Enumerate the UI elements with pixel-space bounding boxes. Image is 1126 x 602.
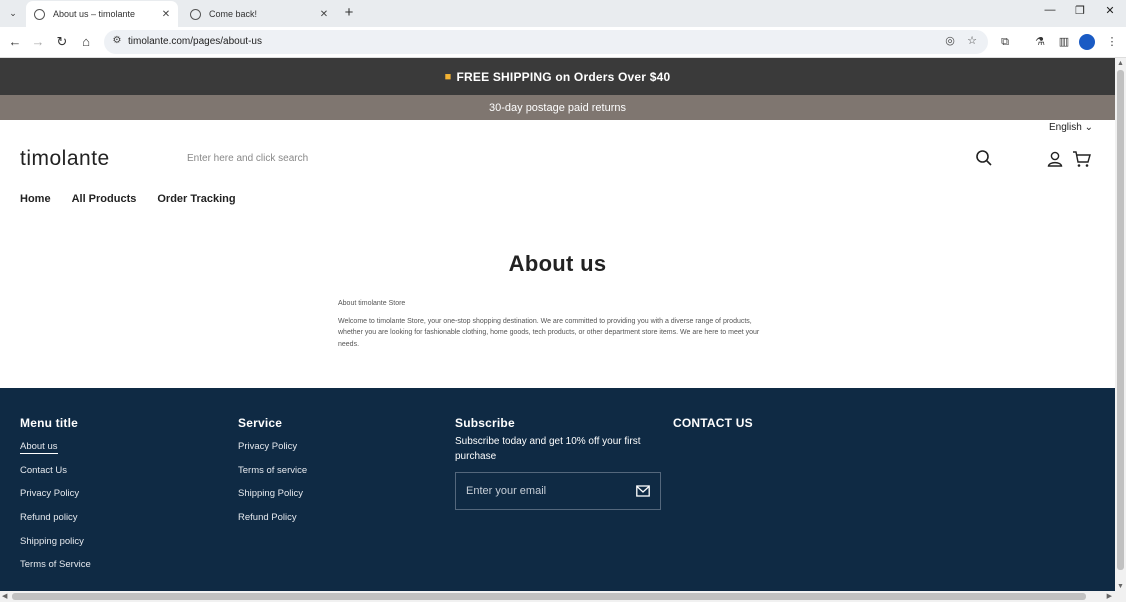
globe-icon [190, 8, 201, 20]
scroll-up-arrow-icon[interactable]: ▲ [1117, 60, 1124, 67]
tab-title: Come back! [209, 9, 258, 19]
mail-submit-icon[interactable] [636, 485, 650, 497]
horizontal-scrollbar[interactable]: ◀ ▶ [0, 591, 1126, 602]
eye-off-icon[interactable]: ◎ [942, 34, 958, 50]
about-body: Welcome to timolante Store, your one-sto… [338, 318, 760, 348]
footer-contact-column: CONTACT US [673, 416, 753, 441]
footer-service-column: Service Privacy Policy Terms of service … [238, 416, 307, 536]
page-viewport: ■ FREE SHIPPING on Orders Over $40 30-da… [0, 58, 1115, 591]
home-icon[interactable]: ⌂ [77, 33, 95, 51]
profile-avatar-icon[interactable] [1079, 34, 1095, 50]
footer-link-shipping-policy[interactable]: Shipping policy [20, 536, 91, 560]
nav-all-products[interactable]: All Products [72, 193, 137, 205]
nav-home[interactable]: Home [20, 193, 51, 205]
back-arrow-icon[interactable]: ← [6, 33, 24, 51]
vertical-scrollbar[interactable]: ▲ ▼ [1115, 58, 1126, 591]
star-bookmark-icon[interactable]: ☆ [964, 34, 980, 50]
chevron-down-icon: ⌄ [1084, 122, 1093, 133]
reload-icon[interactable]: ↻ [53, 33, 71, 51]
tab-come-back[interactable]: Come back! ✕ [182, 1, 336, 27]
horizontal-scroll-thumb[interactable] [12, 593, 1086, 600]
close-tab-icon[interactable]: ✕ [158, 6, 174, 22]
browser-window: ⌄ About us – timolante ✕ Come back! ✕ + … [0, 0, 1126, 602]
footer-subscribe-title: Subscribe [455, 416, 515, 430]
labs-flask-icon[interactable]: ⚗ [1031, 33, 1049, 51]
announcement-secondary-text: 30-day postage paid returns [489, 101, 626, 114]
vertical-scroll-thumb[interactable] [1117, 70, 1124, 570]
scroll-left-arrow-icon[interactable]: ◀ [2, 592, 7, 600]
url-text[interactable]: timolante.com/pages/about-us [128, 36, 262, 47]
footer-menu-column: Menu title About us Contact Us Privacy P… [20, 416, 91, 583]
truck-icon: ■ [444, 70, 452, 83]
subscribe-description: Subscribe today and get 10% off your fir… [455, 436, 641, 462]
email-field[interactable]: Enter your email [455, 472, 661, 510]
close-window-icon[interactable]: ✕ [1100, 4, 1120, 22]
search-icon[interactable] [975, 149, 993, 167]
footer-link-privacy-policy[interactable]: Privacy Policy [20, 488, 91, 512]
announcement-primary-text: FREE SHIPPING on Orders Over $40 [456, 69, 671, 84]
extensions-puzzle-icon[interactable]: ⧉ [996, 33, 1014, 51]
footer-link-service-refund[interactable]: Refund Policy [238, 512, 307, 536]
cart-icon[interactable] [1072, 150, 1092, 168]
page-title: About us [508, 251, 607, 276]
account-icon[interactable] [1046, 150, 1064, 168]
language-selector[interactable]: English ⌄ [1049, 122, 1093, 133]
new-tab-plus-icon[interactable]: + [340, 5, 358, 23]
search-input[interactable]: Enter here and click search [187, 153, 308, 164]
footer-subscribe-column: Subscribe Subscribe today and get 10% of… [455, 416, 661, 510]
footer-menu-title: Menu title [20, 416, 78, 430]
scroll-down-arrow-icon[interactable]: ▼ [1117, 583, 1124, 590]
tab-search-chevron-icon[interactable]: ⌄ [4, 4, 22, 22]
main-navigation: Home All Products Order Tracking [20, 193, 236, 205]
language-label: English [1049, 122, 1082, 133]
nav-order-tracking[interactable]: Order Tracking [157, 193, 235, 205]
tab-about-us[interactable]: About us – timolante ✕ [26, 1, 178, 27]
about-content: About timolante Store Welcome to timolan… [338, 298, 776, 357]
footer-service-title: Service [238, 416, 283, 430]
footer-link-about-us[interactable]: About us [20, 441, 91, 465]
tab-title: About us – timolante [53, 9, 136, 19]
footer-link-service-privacy[interactable]: Privacy Policy [238, 441, 307, 465]
restore-icon[interactable]: ❐ [1070, 4, 1090, 22]
forward-arrow-icon[interactable]: → [29, 33, 47, 51]
browser-toolbar: ← → ↻ ⌂ ⚙ timolante.com/pages/about-us ◎… [0, 27, 1126, 58]
footer-link-service-terms[interactable]: Terms of service [238, 465, 307, 489]
footer-link-contact-us[interactable]: Contact Us [20, 465, 91, 489]
close-tab-icon[interactable]: ✕ [316, 6, 332, 22]
footer: Menu title About us Contact Us Privacy P… [0, 388, 1115, 591]
store-logo[interactable]: timolante [20, 147, 110, 171]
announcement-bar-primary: ■ FREE SHIPPING on Orders Over $40 [0, 58, 1115, 95]
tab-strip: ⌄ About us – timolante ✕ Come back! ✕ + … [0, 0, 1126, 27]
globe-icon [34, 8, 45, 20]
minimize-icon[interactable]: — [1040, 4, 1060, 22]
footer-link-refund-policy[interactable]: Refund policy [20, 512, 91, 536]
scroll-right-arrow-icon[interactable]: ▶ [1107, 592, 1112, 600]
announcement-bar-secondary: 30-day postage paid returns [0, 95, 1115, 120]
email-placeholder: Enter your email [466, 485, 547, 497]
site-info-icon[interactable]: ⚙ [110, 35, 124, 49]
side-panel-icon[interactable]: ▥ [1055, 33, 1073, 51]
footer-contact-title: CONTACT US [673, 416, 753, 430]
more-menu-icon[interactable]: ⋮ [1103, 33, 1121, 51]
footer-link-service-shipping[interactable]: Shipping Policy [238, 488, 307, 512]
about-subtitle: About timolante Store [338, 300, 406, 307]
footer-link-terms-of-service[interactable]: Terms of Service [20, 559, 91, 583]
address-bar[interactable]: ⚙ timolante.com/pages/about-us ◎ ☆ [104, 30, 988, 54]
